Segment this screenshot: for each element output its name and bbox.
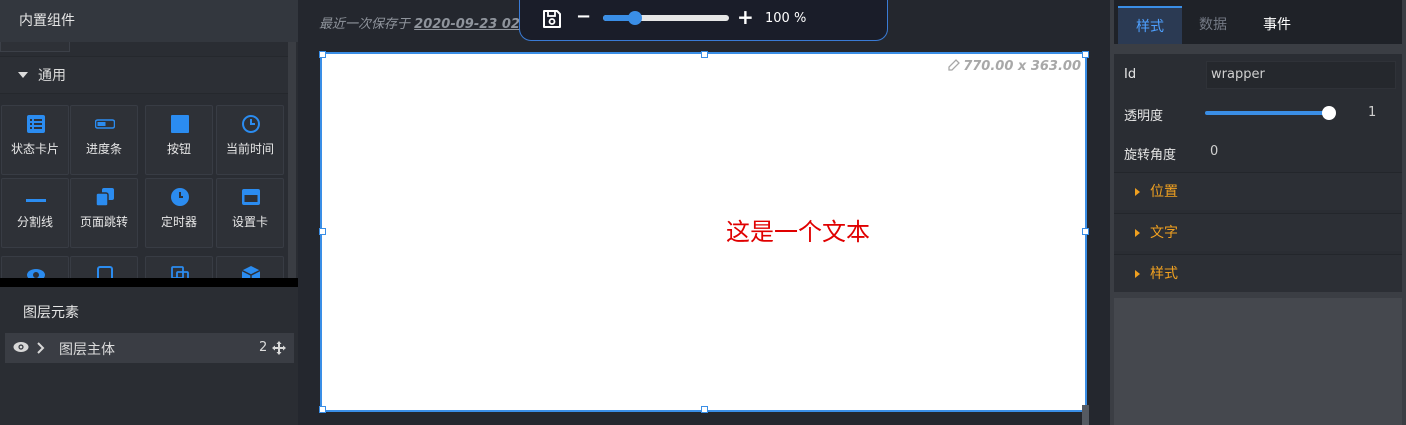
component-label: 页面跳转 <box>79 215 128 229</box>
chevron-right-icon[interactable] <box>36 341 46 355</box>
canvas-dimensions: 770.00 x 363.00 <box>948 59 1081 74</box>
component-tile[interactable] <box>70 256 138 278</box>
eye-icon[interactable] <box>13 341 29 353</box>
list-icon <box>27 115 45 133</box>
opacity-slider[interactable] <box>1205 106 1336 120</box>
cube-icon <box>241 266 261 278</box>
component-label: 当前时间 <box>225 142 274 156</box>
resize-handle[interactable] <box>319 406 326 413</box>
zoom-toolbar: − + 100 % <box>519 0 888 41</box>
components-grid: 状态卡片 进度条 按钮 当前时间 分割线 页面跳转 定时器 设置卡 <box>0 100 288 278</box>
components-panel-title: 内置组件 <box>0 0 298 42</box>
tab-style[interactable]: 样式 <box>1118 6 1182 44</box>
component-label: 定时器 <box>160 215 197 229</box>
zoom-out-button[interactable]: − <box>576 6 591 27</box>
caret-right-icon <box>1135 188 1140 196</box>
component-label: 状态卡片 <box>10 142 59 156</box>
editor-app: 内置组件 通用 状态卡片 进度条 按钮 当前时间 分割线 页面跳转 定时器 设置… <box>0 0 1406 425</box>
section-label: 文字 <box>1150 225 1178 241</box>
square-icon <box>171 115 189 133</box>
tab-data[interactable]: 数据 <box>1182 6 1244 44</box>
component-tile[interactable] <box>216 256 284 278</box>
tab-events[interactable]: 事件 <box>1246 6 1308 44</box>
component-tile[interactable] <box>1 256 69 278</box>
section-style[interactable]: 样式 <box>1114 254 1402 292</box>
zoom-in-button[interactable]: + <box>737 5 754 29</box>
save-status-time: 2020-09-23 02 <box>414 17 520 32</box>
save-icon[interactable] <box>542 9 562 29</box>
components-scrollbar[interactable] <box>288 42 296 278</box>
properties-empty-area <box>1114 298 1402 425</box>
canvas-scrollbar[interactable] <box>1082 405 1089 425</box>
component-label: 按钮 <box>166 142 191 156</box>
canvas-text-element[interactable]: 这是一个文本 <box>726 212 870 247</box>
opacity-label: 透明度 <box>1124 109 1164 124</box>
save-status-prefix: 最近一次保存于 <box>319 17 411 32</box>
id-label: Id <box>1124 67 1137 82</box>
edit-icon <box>948 59 961 71</box>
component-label: 分割线 <box>16 215 53 229</box>
panel-divider[interactable] <box>0 278 298 287</box>
opacity-value: 1 <box>1368 105 1377 120</box>
caret-down-icon <box>18 72 28 78</box>
resize-handle[interactable] <box>319 51 326 58</box>
section-label: 位置 <box>1150 184 1178 200</box>
caret-right-icon <box>1135 270 1140 278</box>
section-label: 样式 <box>1150 266 1178 282</box>
layer-count: 2 <box>259 340 268 355</box>
card-icon <box>242 189 260 205</box>
zoom-slider-knob[interactable] <box>627 11 642 25</box>
divider-icon <box>26 199 46 202</box>
resize-handle[interactable] <box>319 228 326 235</box>
resize-handle[interactable] <box>1082 228 1089 235</box>
component-tile[interactable]: 当前时间 <box>216 105 284 175</box>
section-text[interactable]: 文字 <box>1114 213 1402 251</box>
pages-icon <box>95 188 114 207</box>
canvas-wrapper[interactable]: 770.00 x 363.00 这是一个文本 <box>320 52 1087 412</box>
resize-handle[interactable] <box>701 406 708 413</box>
id-input[interactable]: wrapper <box>1206 61 1396 89</box>
zoom-unit: % <box>794 11 807 26</box>
caret-right-icon <box>1135 229 1140 237</box>
component-tile[interactable] <box>145 256 213 278</box>
dimensions-text: 770.00 x 363.00 <box>963 59 1081 74</box>
resize-handle[interactable] <box>1082 51 1089 58</box>
category-header[interactable]: 通用 <box>0 56 288 94</box>
right-panel: 样式 数据 事件 Id wrapper 透明度 1 旋转角度 0 位置 文字 样… <box>1110 0 1406 425</box>
opacity-slider-knob[interactable] <box>1322 106 1336 120</box>
panel-stub <box>0 42 70 52</box>
component-tile[interactable]: 分割线 <box>1 178 69 248</box>
component-label: 进度条 <box>85 142 122 156</box>
layers-panel: 图层元素 图层主体 2 <box>0 290 298 425</box>
component-tile[interactable]: 定时器 <box>145 178 213 248</box>
component-tile[interactable]: 按钮 <box>145 105 213 175</box>
left-panel: 内置组件 通用 状态卡片 进度条 按钮 当前时间 分割线 页面跳转 定时器 设置… <box>0 0 298 425</box>
component-tile[interactable]: 设置卡 <box>216 178 284 248</box>
layers-title: 图层元素 <box>23 305 79 321</box>
component-tile[interactable]: 页面跳转 <box>70 178 138 248</box>
layer-name: 图层主体 <box>59 342 115 358</box>
component-tile[interactable]: 进度条 <box>70 105 138 175</box>
clock-icon <box>242 115 260 133</box>
frame-icon <box>97 266 113 278</box>
resize-handle[interactable] <box>701 51 708 58</box>
eye-icon <box>27 269 45 278</box>
move-icon[interactable] <box>272 341 286 355</box>
category-label: 通用 <box>38 68 66 84</box>
component-tile[interactable]: 状态卡片 <box>1 105 69 175</box>
zoom-value: 100 <box>765 11 790 26</box>
timer-icon <box>171 188 189 206</box>
rotation-label: 旋转角度 <box>1124 148 1177 163</box>
layer-row[interactable]: 图层主体 2 <box>5 333 294 363</box>
rotation-value[interactable]: 0 <box>1210 144 1218 159</box>
section-position[interactable]: 位置 <box>1114 172 1402 210</box>
properties-form: Id wrapper 透明度 1 旋转角度 0 位置 文字 样式 <box>1114 54 1402 292</box>
copy-icon <box>171 266 189 278</box>
component-label: 设置卡 <box>231 215 268 229</box>
save-status: 最近一次保存于 2020-09-23 02 <box>319 13 520 32</box>
zoom-slider[interactable] <box>603 11 729 25</box>
progress-icon <box>95 119 115 129</box>
tab-bar: 样式 数据 事件 <box>1114 0 1402 44</box>
